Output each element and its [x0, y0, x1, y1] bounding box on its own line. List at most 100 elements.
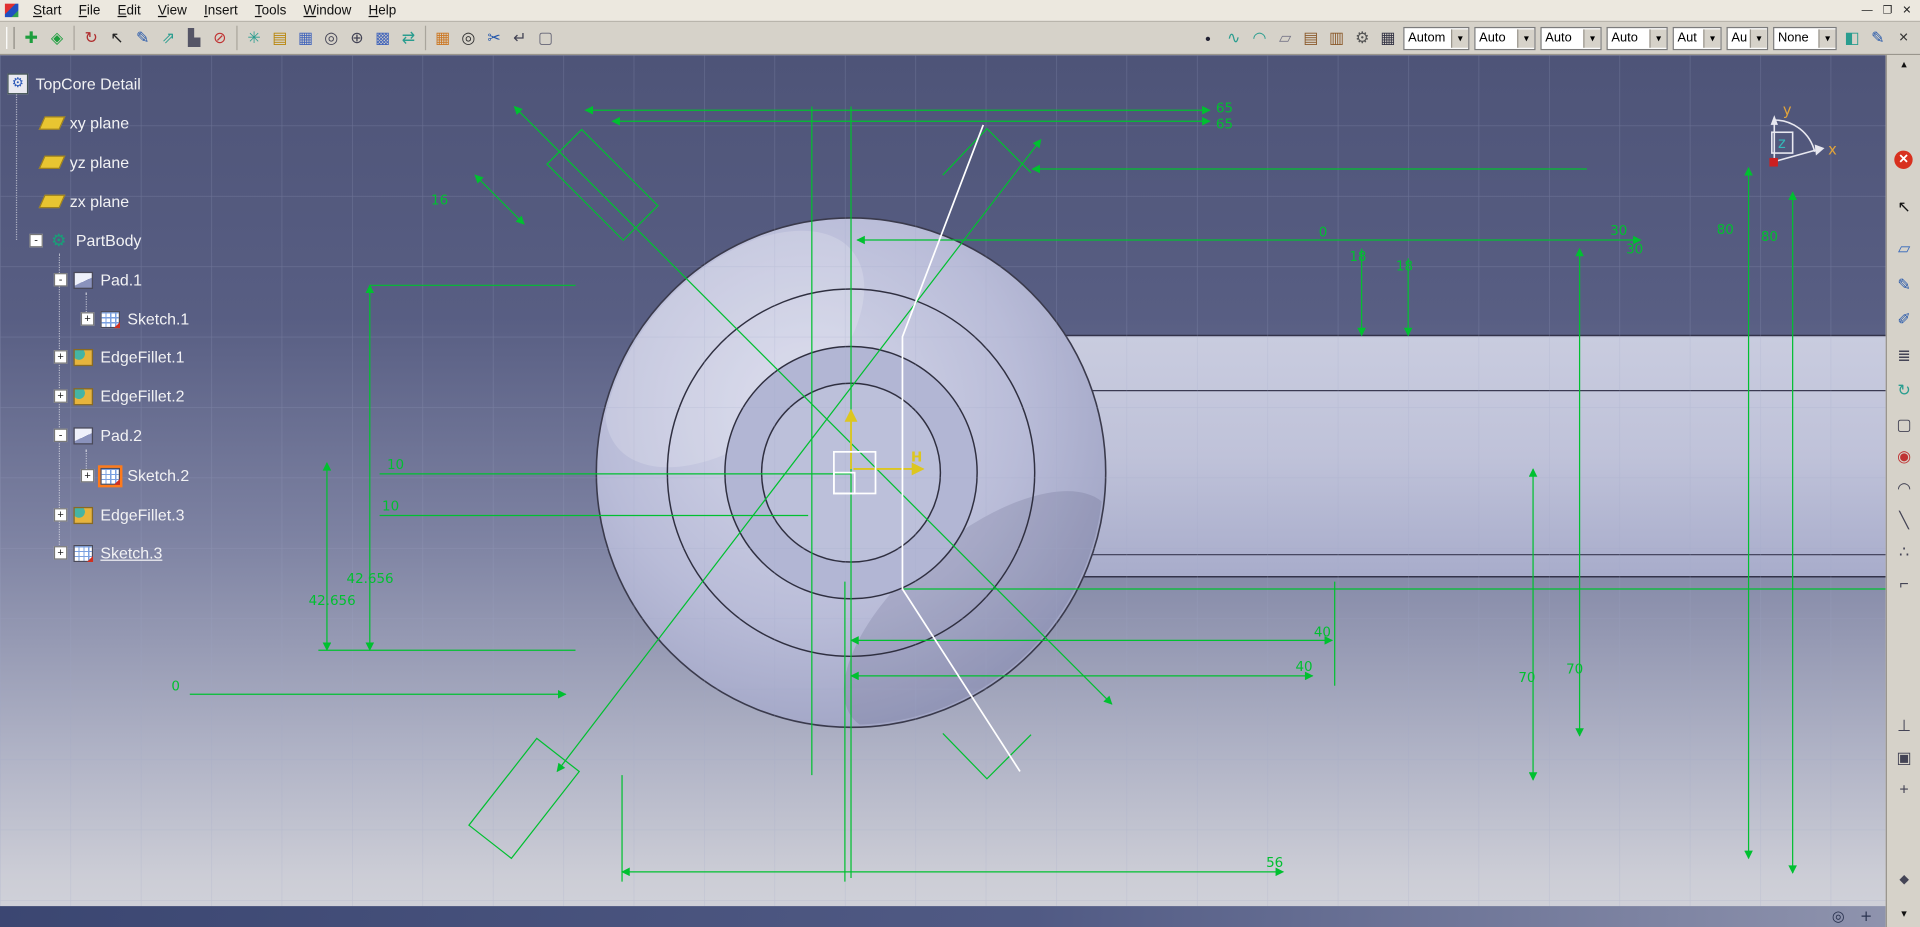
tree-item-edgefillet2[interactable]: + EdgeFillet.2	[53, 384, 185, 407]
constraint-icon[interactable]: ⊥	[1891, 716, 1918, 740]
quad-icon[interactable]: ▱	[1272, 25, 1298, 51]
dim-label[interactable]: 18	[1396, 260, 1413, 275]
auto-style-combo-3[interactable]: Auto ▾	[1540, 26, 1602, 50]
tree-label[interactable]: zx plane	[70, 192, 129, 210]
auto-style-combo-4[interactable]: Auto ▾	[1606, 26, 1668, 50]
layers-icon[interactable]: ≣	[1891, 347, 1918, 371]
book-icon[interactable]: ▥	[1324, 25, 1350, 51]
dim-label[interactable]: 56	[1266, 856, 1283, 871]
snap-icon[interactable]: ⊘	[207, 25, 233, 51]
menu-insert[interactable]: Insert	[195, 3, 246, 18]
arrow-ne-icon[interactable]: ⇗	[156, 25, 182, 51]
axis-target-icon[interactable]: ◎	[1832, 908, 1845, 925]
expand-toggle[interactable]: -	[29, 233, 43, 248]
diamond-icon[interactable]: ◆	[1891, 873, 1918, 897]
box-icon[interactable]: ▢	[1891, 415, 1918, 439]
plane-icon[interactable]: ▱	[1891, 239, 1918, 263]
tree-label-root[interactable]: TopCore Detail	[36, 75, 141, 93]
tree-item-edgefillet3[interactable]: + EdgeFillet.3	[53, 503, 185, 526]
target-icon[interactable]: ⊕	[344, 25, 370, 51]
measure-icon[interactable]: ▣	[1891, 748, 1918, 772]
dim-label[interactable]: 18	[1349, 250, 1366, 265]
expand-toggle[interactable]: +	[53, 350, 68, 364]
swap-visible-icon[interactable]: ⇄	[396, 25, 422, 51]
construction-icon[interactable]: ✳	[241, 25, 267, 51]
tree-label[interactable]: EdgeFillet.1	[100, 348, 184, 366]
dim-label[interactable]: 10	[382, 500, 399, 515]
menu-file[interactable]: File	[70, 3, 109, 18]
catalog-icon[interactable]: ▤	[1298, 25, 1324, 51]
scroll-up-icon[interactable]: ▴	[1891, 58, 1918, 82]
expand-toggle[interactable]: +	[80, 468, 95, 483]
folder-icon[interactable]: ▤	[267, 25, 293, 51]
auto-style-combo-6[interactable]: Au ▾	[1726, 26, 1769, 50]
dim-label[interactable]: 40	[1296, 660, 1313, 675]
tree-label-in-work[interactable]: Sketch.3	[100, 544, 162, 562]
tree-item-edgefillet1[interactable]: + EdgeFillet.1	[53, 345, 185, 368]
menu-help[interactable]: Help	[360, 3, 405, 18]
sketcher-icon[interactable]: ✎	[130, 25, 156, 51]
points-icon[interactable]: ∴	[1891, 542, 1918, 566]
tree-label[interactable]: yz plane	[70, 153, 129, 171]
arc-icon[interactable]: ◠	[1247, 25, 1273, 51]
tree-item-yz-plane[interactable]: yz plane	[38, 151, 129, 174]
exit-workbench-icon[interactable]: ✕	[1894, 150, 1913, 169]
paint-icon[interactable]: ◧	[1839, 25, 1865, 51]
axis-icon[interactable]: +	[1891, 780, 1918, 804]
tree-item-partbody[interactable]: - ⚙ PartBody	[29, 229, 141, 252]
return-icon[interactable]: ↵	[507, 25, 533, 51]
document-close-icon[interactable]: ✕	[1891, 25, 1917, 51]
expand-toggle[interactable]: +	[53, 389, 68, 403]
tree-item-root[interactable]: ⚙ TopCore Detail	[7, 72, 141, 95]
zoom-area-icon[interactable]: ◎	[318, 25, 344, 51]
select-cursor-icon[interactable]: ↖	[1891, 197, 1918, 221]
tree-label[interactable]: PartBody	[76, 231, 141, 249]
tree-item-pad1[interactable]: - Pad.1	[53, 268, 142, 291]
menu-window[interactable]: Window	[295, 3, 360, 18]
expand-toggle[interactable]: +	[53, 508, 68, 522]
tree-item-zx-plane[interactable]: zx plane	[38, 190, 129, 213]
tree-item-xy-plane[interactable]: xy plane	[38, 111, 129, 134]
tree-item-pad2[interactable]: - Pad.2	[53, 424, 142, 447]
iso-view-icon[interactable]: ◈	[44, 25, 70, 51]
auto-style-combo-5[interactable]: Aut ▾	[1672, 26, 1722, 50]
edit-pencil-icon[interactable]: ✎	[1865, 25, 1891, 51]
sketch-grid-icon[interactable]: ▩	[370, 25, 396, 51]
menu-edit[interactable]: Edit	[109, 3, 149, 18]
tree-label[interactable]: Sketch.1	[127, 310, 189, 328]
grid-icon[interactable]: ▦	[293, 25, 319, 51]
pan-icon[interactable]: ✚	[18, 25, 44, 51]
profile-icon[interactable]: ⌐	[1891, 574, 1918, 598]
select-arrow-icon[interactable]: ↖	[104, 25, 130, 51]
tree-label[interactable]: xy plane	[70, 114, 129, 132]
close-button[interactable]: ✕	[1902, 4, 1911, 17]
scroll-down-icon[interactable]: ▾	[1891, 907, 1918, 927]
dim-label[interactable]: 70	[1566, 662, 1583, 677]
grid-snap-icon[interactable]: ▦	[430, 25, 456, 51]
dim-label[interactable]: 30	[1610, 224, 1627, 239]
tree-label[interactable]: EdgeFillet.2	[100, 387, 184, 405]
dashed-box-icon[interactable]: ▢	[533, 25, 559, 51]
auto-style-combo-1[interactable]: Autom ▾	[1403, 26, 1470, 50]
rotate-view-icon[interactable]: ↻	[78, 25, 104, 51]
tree-item-sketch1[interactable]: + Sketch.1	[80, 307, 189, 330]
dim-label[interactable]: 40	[1314, 626, 1331, 641]
toolbar-grip[interactable]	[6, 26, 15, 49]
magnify-icon[interactable]: ◎	[456, 25, 482, 51]
tree-label[interactable]: Pad.2	[100, 426, 142, 444]
levels-icon[interactable]: ▙	[181, 25, 207, 51]
restore-button[interactable]: ❐	[1883, 4, 1893, 17]
point-icon[interactable]: ◉	[1891, 447, 1918, 471]
pen-icon[interactable]: ✐	[1891, 310, 1918, 334]
line-icon[interactable]: ╲	[1891, 511, 1918, 535]
expand-toggle[interactable]: -	[53, 428, 68, 443]
menu-start[interactable]: Start	[24, 3, 70, 18]
expand-toggle[interactable]: +	[80, 312, 95, 326]
none-style-combo[interactable]: None ▾	[1773, 26, 1837, 50]
dim-label[interactable]: 42.656	[347, 572, 394, 587]
dim-label[interactable]: 65	[1216, 102, 1233, 117]
tree-label[interactable]: Pad.1	[100, 271, 142, 289]
point-icon[interactable]: •	[1195, 25, 1221, 51]
tree-item-sketch3[interactable]: + Sketch.3	[53, 541, 162, 564]
expand-toggle[interactable]: +	[53, 546, 68, 560]
